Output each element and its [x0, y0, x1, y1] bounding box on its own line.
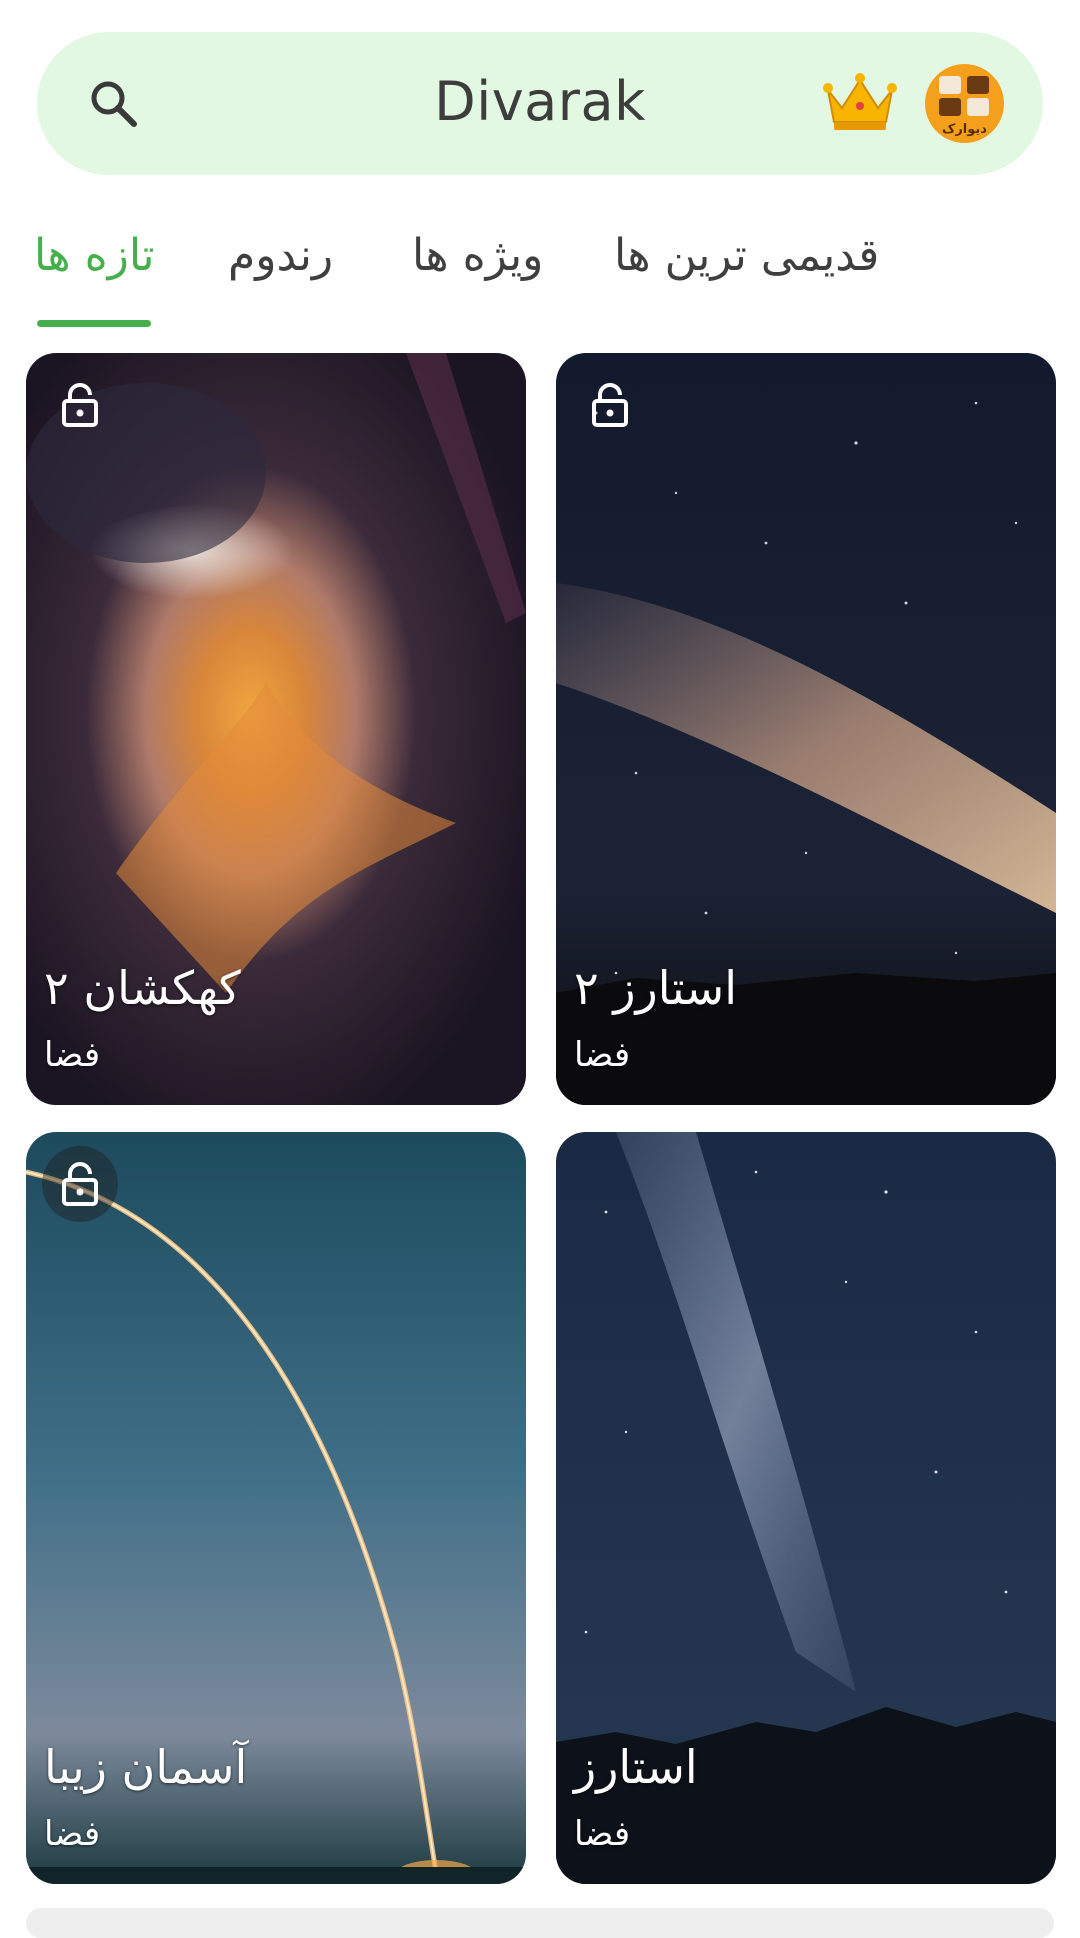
- unlock-icon: [62, 383, 98, 427]
- tab-random[interactable]: رندوم: [228, 230, 333, 281]
- unlock-badge: [42, 367, 118, 443]
- tab-oldest[interactable]: قدیمی ترین ها: [614, 230, 879, 281]
- card-title: کهکشان ۲: [44, 961, 241, 1015]
- card-title: آسمان زیبا: [44, 1740, 248, 1794]
- unlock-badge: [42, 1146, 118, 1222]
- card-category: فضا: [574, 1814, 631, 1854]
- tab-bar: تازه ها رندوم ویژه ها قدیمی ترین ها: [0, 220, 1080, 330]
- active-tab-indicator: [37, 320, 151, 327]
- crown-icon[interactable]: [822, 72, 898, 134]
- wallpaper-card[interactable]: استارز فضا: [556, 1132, 1056, 1884]
- app-logo[interactable]: دیوارک: [925, 64, 1004, 143]
- unlock-badge: [572, 367, 648, 443]
- wallpaper-card[interactable]: کهکشان ۲ فضا: [26, 353, 526, 1105]
- card-title: استارز ۲: [574, 961, 737, 1015]
- search-bar[interactable]: Divarak دیوارک: [37, 32, 1043, 175]
- unlock-icon: [62, 1162, 98, 1206]
- wallpaper-card[interactable]: آسمان زیبا فضا: [26, 1132, 526, 1884]
- card-category: فضا: [44, 1035, 101, 1075]
- logo-text: دیوارک: [942, 122, 987, 137]
- wallpaper-card[interactable]: استارز ۲ فضا: [556, 353, 1056, 1105]
- next-row-peek: [26, 1908, 1054, 1938]
- card-category: فضا: [574, 1035, 631, 1075]
- card-title: استارز: [574, 1740, 698, 1794]
- tab-featured[interactable]: ویژه ها: [412, 230, 543, 281]
- card-category: فضا: [44, 1814, 101, 1854]
- unlock-icon: [592, 383, 628, 427]
- tab-new[interactable]: تازه ها: [34, 230, 155, 281]
